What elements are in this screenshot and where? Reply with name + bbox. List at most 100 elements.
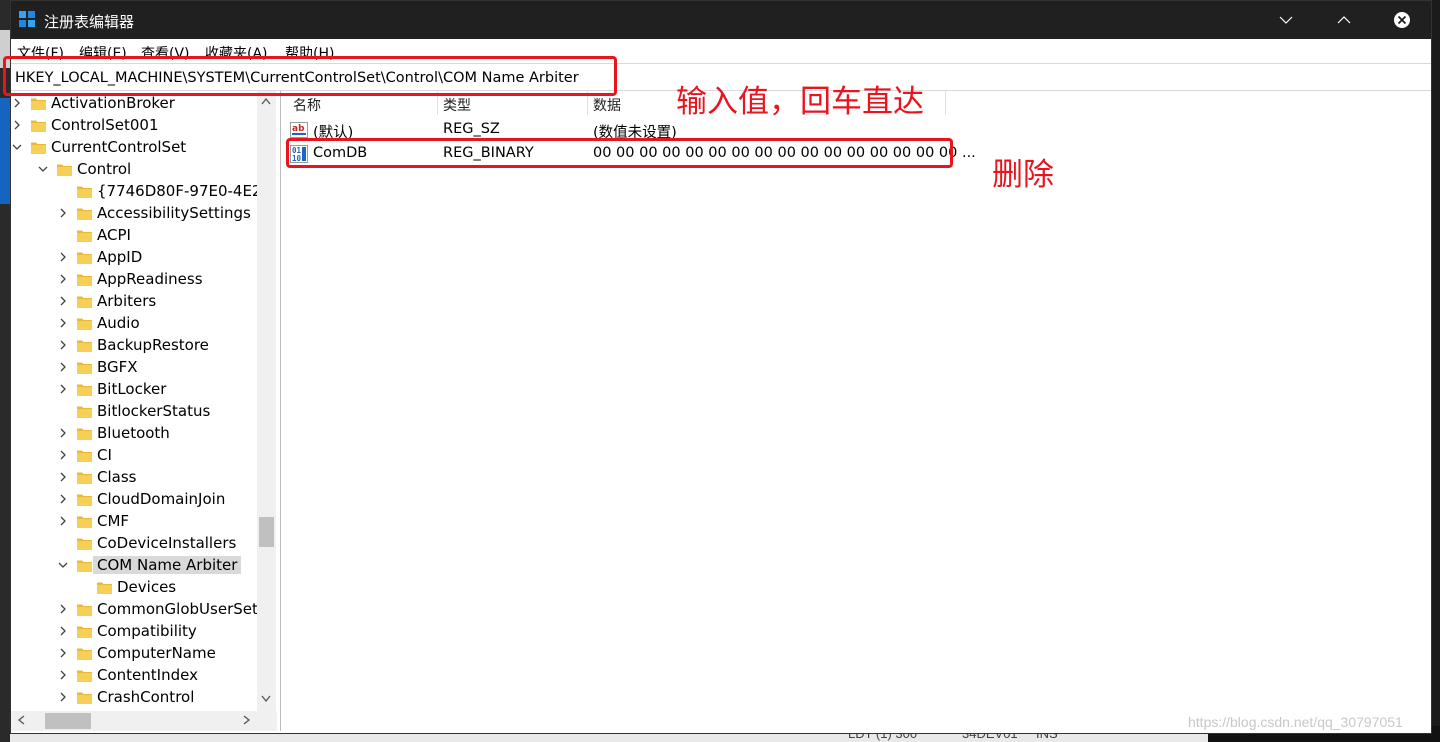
folder-icon [77, 692, 92, 704]
folder-icon [77, 538, 92, 550]
tree-item[interactable]: BGFX [11, 356, 257, 378]
tree-item[interactable]: Audio [11, 312, 257, 334]
tree-item[interactable]: {7746D80F-97E0-4E26- [11, 180, 276, 202]
minimize-button[interactable] [1257, 1, 1315, 39]
menu-favorites[interactable]: 收藏夹(A) [205, 43, 268, 63]
chevron-down-icon[interactable] [37, 163, 49, 175]
tree-item[interactable]: CommonGlobUserSett [11, 598, 264, 620]
tree-item-label: CI [97, 446, 112, 464]
chevron-right-icon[interactable] [57, 515, 69, 527]
folder-icon [57, 164, 72, 176]
tree-item[interactable]: BackupRestore [11, 334, 257, 356]
chevron-down-icon[interactable] [11, 141, 23, 153]
folder-icon [77, 626, 92, 638]
tree-item[interactable]: BitLocker [11, 378, 257, 400]
close-button[interactable] [1373, 1, 1431, 39]
chevron-right-icon[interactable] [57, 339, 69, 351]
pane-splitter[interactable] [277, 91, 285, 731]
chevron-right-icon[interactable] [57, 273, 69, 285]
chevron-right-icon[interactable] [57, 383, 69, 395]
chevron-right-icon[interactable] [11, 119, 23, 131]
value-row-default[interactable]: ab (默认) REG_SZ (数值未设置) [285, 118, 985, 142]
tree-hscroll-thumb[interactable] [45, 713, 91, 729]
chevron-down-icon[interactable] [57, 559, 69, 571]
tree-item[interactable]: ControlSet001 [11, 114, 257, 136]
chevron-right-icon[interactable] [57, 295, 69, 307]
tree-item[interactable]: AppReadiness [11, 268, 257, 290]
folder-icon [31, 120, 46, 132]
chevron-right-icon[interactable] [57, 251, 69, 263]
tree-item-label: ContentIndex [97, 666, 198, 684]
tree-item[interactable]: Class [11, 466, 257, 488]
tree-item-label: AppID [97, 248, 143, 266]
tree-item[interactable]: CrashControl [11, 686, 257, 708]
tree-item[interactable]: BitlockerStatus [11, 400, 257, 422]
chevron-right-icon[interactable] [57, 669, 69, 681]
tree-item-label: Arbiters [97, 292, 157, 310]
tree-item[interactable]: CoDeviceInstallers [11, 532, 257, 554]
maximize-button[interactable] [1315, 1, 1373, 39]
tree-item-label: ActivationBroker [51, 94, 175, 112]
chevron-right-icon[interactable] [57, 493, 69, 505]
menu-edit[interactable]: 编辑(E) [79, 43, 127, 63]
chevron-right-icon[interactable] [57, 625, 69, 637]
tree-item[interactable]: Control [11, 158, 257, 180]
svg-text:10: 10 [292, 154, 302, 163]
column-header-data[interactable]: 数据 [593, 95, 621, 115]
chevron-right-icon[interactable] [57, 317, 69, 329]
tree-item[interactable]: ContentIndex [11, 664, 257, 686]
chevron-right-icon[interactable] [57, 647, 69, 659]
value-row-comdb[interactable]: 01 10 ComDB REG_BINARY 00 00 00 00 00 00… [285, 142, 985, 166]
tree-item[interactable]: CurrentControlSet [11, 136, 257, 158]
menu-file[interactable]: 文件(F) [17, 43, 64, 63]
tree-item[interactable]: AccessibilitySettings [11, 202, 257, 224]
menu-help[interactable]: 帮助(H) [285, 43, 334, 63]
chevron-right-icon[interactable] [57, 603, 69, 615]
tree-item[interactable]: Compatibility [11, 620, 257, 642]
tree-item[interactable]: ComputerName [11, 642, 257, 664]
value-data: 00 00 00 00 00 00 00 00 00 00 00 00 00 0… [593, 145, 976, 161]
tree-item[interactable]: Bluetooth [11, 422, 257, 444]
folder-icon [97, 582, 112, 594]
folder-icon [77, 670, 92, 682]
tree-item[interactable]: COM Name Arbiter [11, 554, 257, 576]
folder-icon [77, 296, 92, 308]
folder-icon [77, 274, 92, 286]
tree-scroll-thumb[interactable] [259, 517, 274, 547]
scroll-right-icon [243, 715, 251, 725]
chevron-right-icon[interactable] [57, 471, 69, 483]
tree-item-label: Bluetooth [97, 424, 170, 442]
chevron-right-icon[interactable] [57, 449, 69, 461]
column-header-name[interactable]: 名称 [293, 95, 321, 115]
tree-item[interactable]: Devices [11, 576, 257, 598]
scroll-left-icon [17, 715, 25, 725]
tree-item[interactable]: AppID [11, 246, 257, 268]
tree-horizontal-scrollbar[interactable] [11, 711, 277, 731]
chevron-right-icon[interactable] [57, 427, 69, 439]
tree-item[interactable]: ActivationBroker [11, 92, 257, 114]
tree-item-label: CommonGlobUserSett [97, 600, 264, 618]
chevron-right-icon[interactable] [57, 691, 69, 703]
key-tree[interactable]: ActivationBroker ControlSet001 CurrentCont… [11, 91, 277, 711]
tree-item[interactable]: CloudDomainJoin [11, 488, 257, 510]
scroll-up-icon [261, 97, 271, 105]
tree-item-label: ControlSet001 [51, 116, 159, 134]
tree-item[interactable]: ACPI [11, 224, 257, 246]
folder-icon [77, 362, 92, 374]
tree-item[interactable]: CMF [11, 510, 257, 532]
folder-icon [77, 384, 92, 396]
title-bar[interactable]: 注册表编辑器 [11, 1, 1431, 39]
menu-view[interactable]: 查看(V) [141, 43, 190, 63]
menu-bar: 文件(F) 编辑(E) 查看(V) 收藏夹(A) 帮助(H) [11, 39, 1431, 63]
window-title: 注册表编辑器 [44, 13, 135, 31]
chevron-right-icon[interactable] [57, 207, 69, 219]
folder-icon [77, 560, 92, 572]
chevron-right-icon[interactable] [57, 361, 69, 373]
tree-item[interactable]: Arbiters [11, 290, 257, 312]
tree-item-label: CurrentControlSet [51, 138, 187, 156]
tree-vertical-scrollbar[interactable] [257, 91, 276, 711]
tree-item[interactable]: CI [11, 444, 257, 466]
chevron-right-icon[interactable] [11, 97, 23, 109]
column-header-type[interactable]: 类型 [443, 95, 471, 115]
address-annotation: 输入值，回车直达 [676, 84, 924, 120]
